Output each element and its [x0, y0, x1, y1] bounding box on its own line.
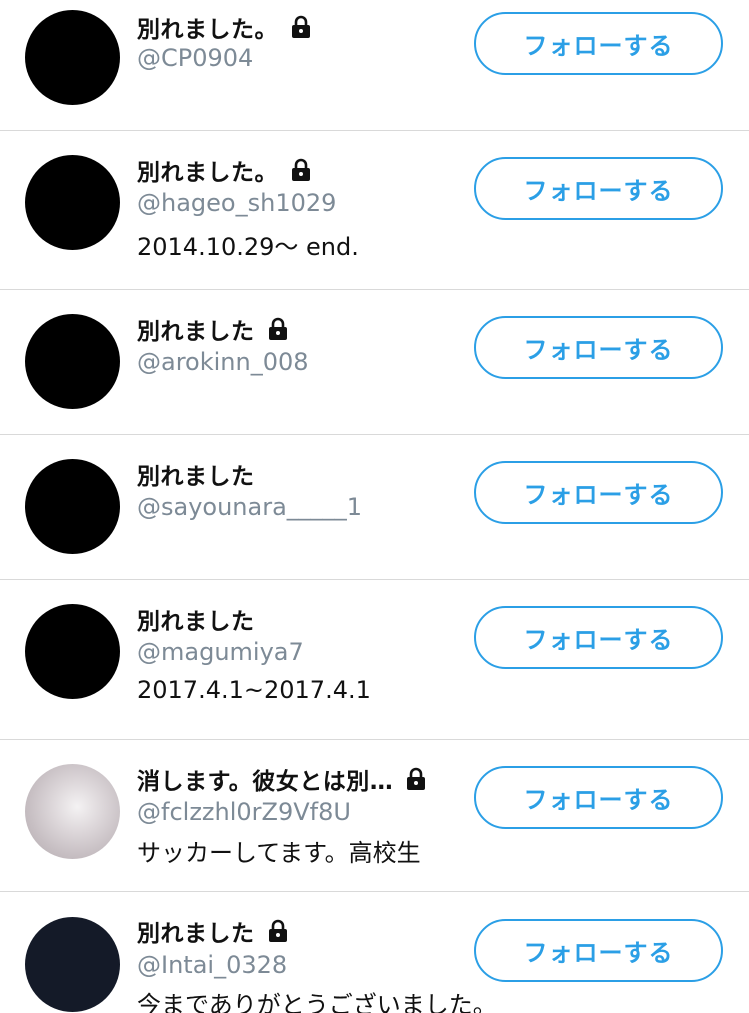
user-handle: @arokinn_008 [137, 348, 309, 376]
name-line: 別れました [137, 916, 289, 947]
name-line: 別れました。 [137, 155, 312, 186]
user-bio: 2017.4.1~2017.4.1 [137, 676, 371, 704]
avatar[interactable] [25, 917, 120, 1012]
name-line: 別れました [137, 459, 255, 490]
user-row[interactable]: 消します。彼女とは別… @fclzzhl0rZ9Vf8U サッカーしてます。高校… [0, 740, 749, 892]
user-bio: 今までありがとうございました。 [137, 991, 497, 1013]
display-name: 消します。彼女とは別… [137, 769, 394, 795]
avatar[interactable] [25, 764, 120, 859]
user-row[interactable]: 別れました。 @hageo_sh1029 2014.10.29〜 end. フォ… [0, 131, 749, 290]
lock-icon [407, 767, 426, 790]
user-list: 別れました。 @CP0904 フォローする 別れました。 @hageo_sh10… [0, 0, 749, 1013]
user-bio: サッカーしてます。高校生 [137, 839, 421, 867]
avatar[interactable] [25, 155, 120, 250]
user-handle: @hageo_sh1029 [137, 189, 337, 217]
display-name: 別れました。 [137, 17, 278, 43]
user-handle: @magumiya7 [137, 638, 304, 666]
lock-icon [292, 158, 310, 181]
name-line: 別れました。 [137, 12, 312, 43]
lock-icon [292, 15, 310, 38]
display-name: 別れました [137, 609, 255, 635]
name-line: 別れました [137, 314, 289, 345]
avatar[interactable] [25, 604, 120, 699]
lock-icon [268, 919, 287, 942]
display-name: 別れました [137, 319, 255, 345]
user-handle: @fclzzhl0rZ9Vf8U [137, 798, 351, 826]
follow-button[interactable]: フォローする [474, 461, 723, 524]
display-name: 別れました [137, 464, 255, 490]
name-line: 消します。彼女とは別… [137, 764, 427, 795]
follow-button[interactable]: フォローする [474, 919, 723, 982]
lock-icon [268, 317, 287, 340]
user-row[interactable]: 別れました @sayounara_____1 フォローする [0, 435, 749, 580]
display-name: 別れました [137, 921, 255, 947]
follow-button[interactable]: フォローする [474, 766, 723, 829]
user-row[interactable]: 別れました @magumiya7 2017.4.1~2017.4.1 フォローす… [0, 580, 749, 740]
name-line: 別れました [137, 604, 255, 635]
user-handle: @sayounara_____1 [137, 493, 363, 521]
user-row[interactable]: 別れました @Intai_0328 今までありがとうございました。 フォローする [0, 892, 749, 1013]
avatar[interactable] [25, 314, 120, 409]
user-handle: @CP0904 [137, 44, 254, 72]
user-row[interactable]: 別れました。 @CP0904 フォローする [0, 0, 749, 131]
follow-button[interactable]: フォローする [474, 316, 723, 379]
follow-button[interactable]: フォローする [474, 12, 723, 75]
avatar[interactable] [25, 10, 120, 105]
user-handle: @Intai_0328 [137, 951, 288, 979]
user-bio: 2014.10.29〜 end. [137, 233, 359, 261]
user-row[interactable]: 別れました @arokinn_008 フォローする [0, 290, 749, 435]
follow-button[interactable]: フォローする [474, 157, 723, 220]
avatar[interactable] [25, 459, 120, 554]
display-name: 別れました。 [137, 160, 278, 186]
follow-button[interactable]: フォローする [474, 606, 723, 669]
